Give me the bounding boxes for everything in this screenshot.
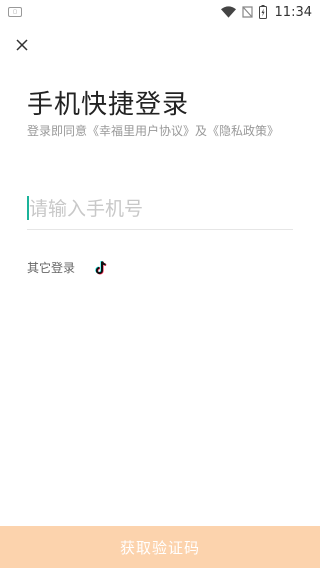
status-left: ▢ (8, 7, 22, 17)
status-bar: ▢ 11:34 (0, 0, 320, 24)
status-right: 11:34 (220, 4, 312, 20)
close-icon (16, 39, 28, 51)
agreement-prefix: 登录即同意 (27, 124, 88, 138)
login-screen: ▢ 11:34 手机快捷登录 登录即同意《幸福里用户协议》及《隐私政策》 请输入… (0, 0, 320, 568)
agreement-conjunction: 及 (195, 124, 208, 138)
status-time: 11:34 (274, 4, 312, 20)
no-signal-icon (241, 6, 253, 18)
close-button[interactable] (12, 35, 32, 55)
notification-app-icon: ▢ (8, 7, 22, 17)
other-login-row: 其它登录 (27, 259, 109, 276)
battery-charging-icon (258, 5, 267, 19)
agreement-text: 登录即同意《幸福里用户协议》及《隐私政策》 (27, 122, 279, 139)
tiktok-icon[interactable] (93, 260, 109, 276)
other-login-label: 其它登录 (27, 261, 76, 275)
user-agreement-link[interactable]: 《幸福里用户协议》 (87, 124, 195, 138)
privacy-policy-link[interactable]: 《隐私政策》 (207, 124, 279, 138)
phone-input[interactable] (29, 194, 293, 224)
get-verification-code-button[interactable]: 获取验证码 (0, 526, 320, 568)
page-title: 手机快捷登录 (27, 90, 190, 120)
wifi-icon (220, 6, 236, 18)
phone-field (27, 194, 293, 230)
